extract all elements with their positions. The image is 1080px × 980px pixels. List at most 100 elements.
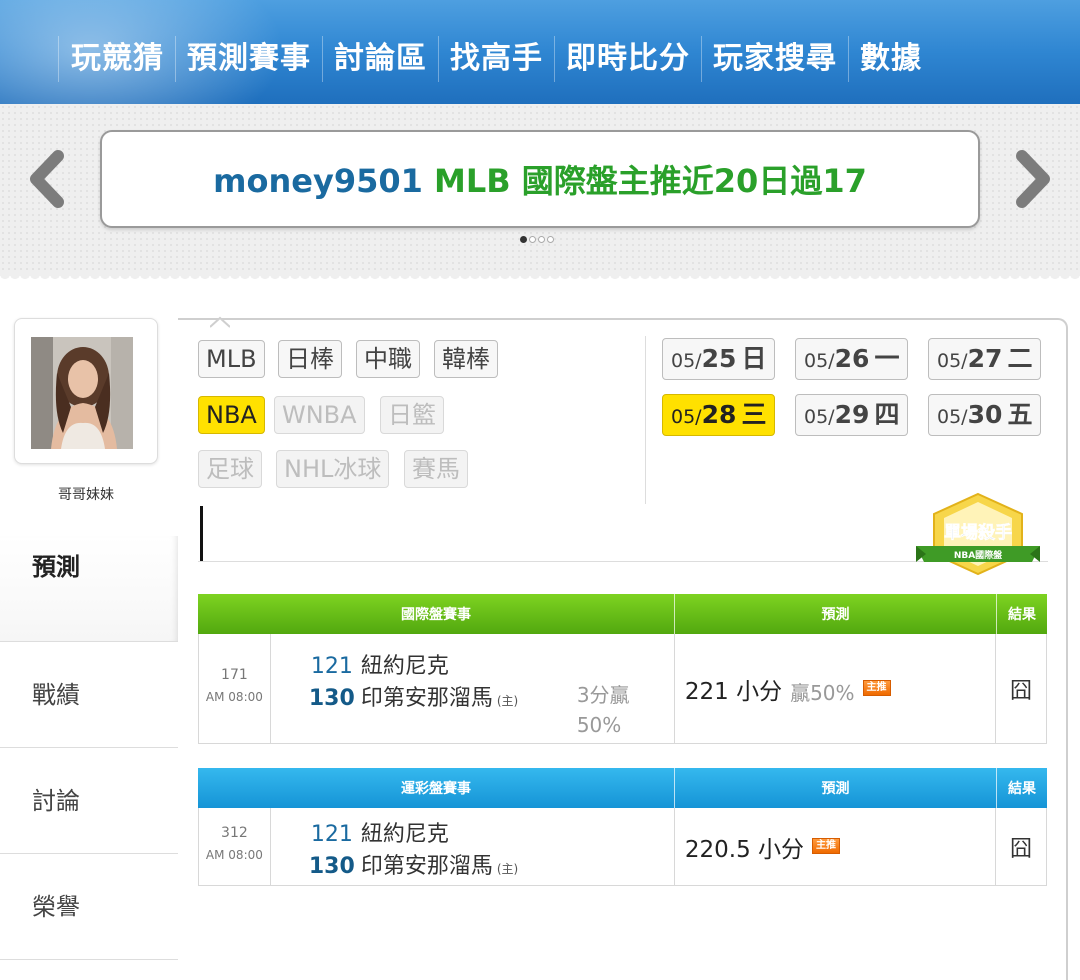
date-day: 27 bbox=[967, 344, 1003, 373]
badge-title: 單場殺手 bbox=[944, 522, 1012, 543]
avatar-photo-icon bbox=[31, 337, 133, 449]
teams-cell: 121 紐約尼克 130 印第安那溜馬 (主) 3分贏 50% bbox=[271, 634, 675, 743]
carousel-dot-1[interactable] bbox=[520, 236, 527, 243]
teams-cell: 121 紐約尼克 130 印第安那溜馬 (主) bbox=[271, 808, 675, 885]
filter-divider bbox=[645, 336, 646, 504]
carousel-prev-button[interactable] bbox=[18, 134, 78, 224]
badge-ribbon-icon: 單場殺手 NBA國際盤 bbox=[916, 492, 1040, 576]
home-team-number: 130 bbox=[308, 854, 355, 879]
date-0528[interactable]: 05/28 三 bbox=[662, 394, 776, 436]
main-pick-tag: 主推 bbox=[862, 679, 891, 696]
away-team-number: 121 bbox=[310, 822, 353, 847]
category-horse-racing[interactable]: 賽馬 bbox=[404, 450, 468, 488]
sports-table-header: 運彩盤賽事 預測 結果 bbox=[198, 768, 1047, 808]
sidebar-tab-predict[interactable]: 預測 bbox=[0, 536, 178, 642]
date-month: 05/ bbox=[804, 406, 835, 428]
intl-table-header: 國際盤賽事 預測 結果 bbox=[198, 594, 1047, 634]
date-weekday: 二 bbox=[1007, 344, 1033, 373]
carousel-dot-4[interactable] bbox=[547, 236, 554, 243]
home-team[interactable]: 130 印第安那溜馬 (主) bbox=[309, 680, 518, 712]
spread-line: 3分贏 bbox=[576, 683, 630, 707]
nav-item-predict[interactable]: 預測賽事 bbox=[175, 36, 322, 82]
intl-header-result: 結果 bbox=[1008, 607, 1036, 623]
category-nhl[interactable]: NHL冰球 bbox=[276, 450, 390, 488]
date-weekday: 一 bbox=[874, 344, 900, 373]
home-team[interactable]: 130 印第安那溜馬 (主) bbox=[309, 848, 518, 880]
away-team[interactable]: 121 紐約尼克 bbox=[309, 648, 449, 680]
away-team[interactable]: 121 紐約尼克 bbox=[309, 816, 449, 848]
table-row: 171 AM 08:00 121 紐約尼克 130 印第安那溜馬 (主) 3分贏 50… bbox=[198, 634, 1047, 744]
banner-carousel: money9501 MLB 國際盤主推近20日過17 bbox=[0, 104, 1080, 282]
banner-message: MLB 國際盤主推近20日過17 bbox=[422, 162, 867, 200]
category-mlb[interactable]: MLB bbox=[198, 340, 265, 378]
nav-list: 玩競猜 預測賽事 討論區 找高手 即時比分 玩家搜尋 數據 bbox=[58, 36, 933, 82]
home-team-name: 印第安那溜馬 bbox=[360, 854, 493, 879]
banner-message-box[interactable]: money9501 MLB 國際盤主推近20日過17 bbox=[100, 130, 980, 228]
sidebar-tabs: 預測 戰績 討論 榮譽 bbox=[0, 536, 178, 960]
game-time: AM 08:00 bbox=[205, 690, 263, 704]
avatar[interactable] bbox=[31, 337, 133, 449]
home-team-name: 印第安那溜馬 bbox=[360, 686, 493, 711]
category-soccer[interactable]: 足球 bbox=[198, 450, 262, 488]
sidebar-tab-honor[interactable]: 榮譽 bbox=[0, 854, 178, 960]
category-wnba[interactable]: WNBA bbox=[274, 396, 365, 434]
date-0527[interactable]: 05/27 二 bbox=[928, 338, 1042, 380]
result-cell: 囧 bbox=[1010, 678, 1033, 704]
badge-subtitle: NBA國際盤 bbox=[954, 549, 1003, 561]
game-number: 312 bbox=[221, 825, 248, 841]
game-time: AM 08:00 bbox=[205, 848, 263, 862]
category-cpbl[interactable]: 中職 bbox=[356, 340, 420, 378]
single-game-killer-badge: 單場殺手 NBA國際盤 bbox=[912, 492, 1044, 576]
game-info-cell: 171 AM 08:00 bbox=[199, 634, 271, 743]
carousel-next-button[interactable] bbox=[1002, 134, 1062, 224]
nav-item-livescore[interactable]: 即時比分 bbox=[554, 36, 701, 82]
date-0526[interactable]: 05/26 一 bbox=[795, 338, 909, 380]
prediction-sub: 贏50% bbox=[790, 681, 855, 705]
nav-item-player-search[interactable]: 玩家搜尋 bbox=[701, 36, 848, 82]
nav-item-experts[interactable]: 找高手 bbox=[438, 36, 554, 82]
home-tag: (主) bbox=[496, 694, 519, 708]
date-weekday: 四 bbox=[874, 400, 900, 429]
result-cell: 囧 bbox=[1010, 836, 1033, 862]
sidebar-tab-discussion[interactable]: 討論 bbox=[0, 748, 178, 854]
sidebar-tab-label: 榮譽 bbox=[32, 893, 80, 921]
intl-header-prediction: 預測 bbox=[675, 594, 997, 634]
date-weekday: 三 bbox=[741, 400, 767, 429]
sidebar-tab-record[interactable]: 戰績 bbox=[0, 642, 178, 748]
date-month: 05/ bbox=[937, 406, 968, 428]
text-cursor bbox=[200, 506, 203, 561]
date-day: 30 bbox=[967, 400, 1003, 429]
chevron-right-icon bbox=[1016, 150, 1050, 208]
nav-item-data[interactable]: 數據 bbox=[848, 36, 933, 82]
date-month: 05/ bbox=[671, 350, 702, 372]
profile-username: 哥哥妹妹 bbox=[58, 487, 114, 503]
intl-header-game: 國際盤賽事 bbox=[198, 594, 675, 634]
prediction-value: 221 小分 bbox=[684, 678, 783, 705]
away-team-name: 紐約尼克 bbox=[360, 822, 449, 847]
avatar-card bbox=[14, 318, 158, 464]
away-team-name: 紐約尼克 bbox=[360, 654, 449, 679]
date-weekday: 五 bbox=[1007, 400, 1033, 429]
top-nav: 玩競猜 預測賽事 討論區 找高手 即時比分 玩家搜尋 數據 bbox=[0, 0, 1080, 104]
carousel-dot-2[interactable] bbox=[529, 236, 536, 243]
category-nba[interactable]: NBA bbox=[198, 396, 265, 434]
sports-header-game: 運彩盤賽事 bbox=[198, 768, 675, 808]
category-jp-baseball[interactable]: 日棒 bbox=[278, 340, 342, 378]
table-row: 312 AM 08:00 121 紐約尼克 130 印第安那溜馬 (主) 220.5 … bbox=[198, 808, 1047, 886]
date-0525[interactable]: 05/25 日 bbox=[662, 338, 776, 380]
nav-item-forum[interactable]: 討論區 bbox=[322, 36, 438, 82]
spread-info: 3分贏 50% bbox=[577, 680, 630, 740]
panel-notch-icon bbox=[210, 316, 230, 328]
chevron-left-icon bbox=[30, 150, 64, 208]
date-month: 05/ bbox=[671, 406, 702, 428]
date-0530[interactable]: 05/30 五 bbox=[928, 394, 1042, 436]
category-kbo[interactable]: 韓棒 bbox=[434, 340, 498, 378]
home-tag: (主) bbox=[496, 862, 519, 876]
date-day: 29 bbox=[834, 400, 870, 429]
nav-item-guess[interactable]: 玩競猜 bbox=[58, 36, 175, 82]
date-0529[interactable]: 05/29 四 bbox=[795, 394, 909, 436]
date-weekday: 日 bbox=[741, 344, 767, 373]
category-jp-basketball[interactable]: 日籃 bbox=[380, 396, 444, 434]
carousel-dot-3[interactable] bbox=[538, 236, 545, 243]
date-day: 25 bbox=[701, 344, 737, 373]
